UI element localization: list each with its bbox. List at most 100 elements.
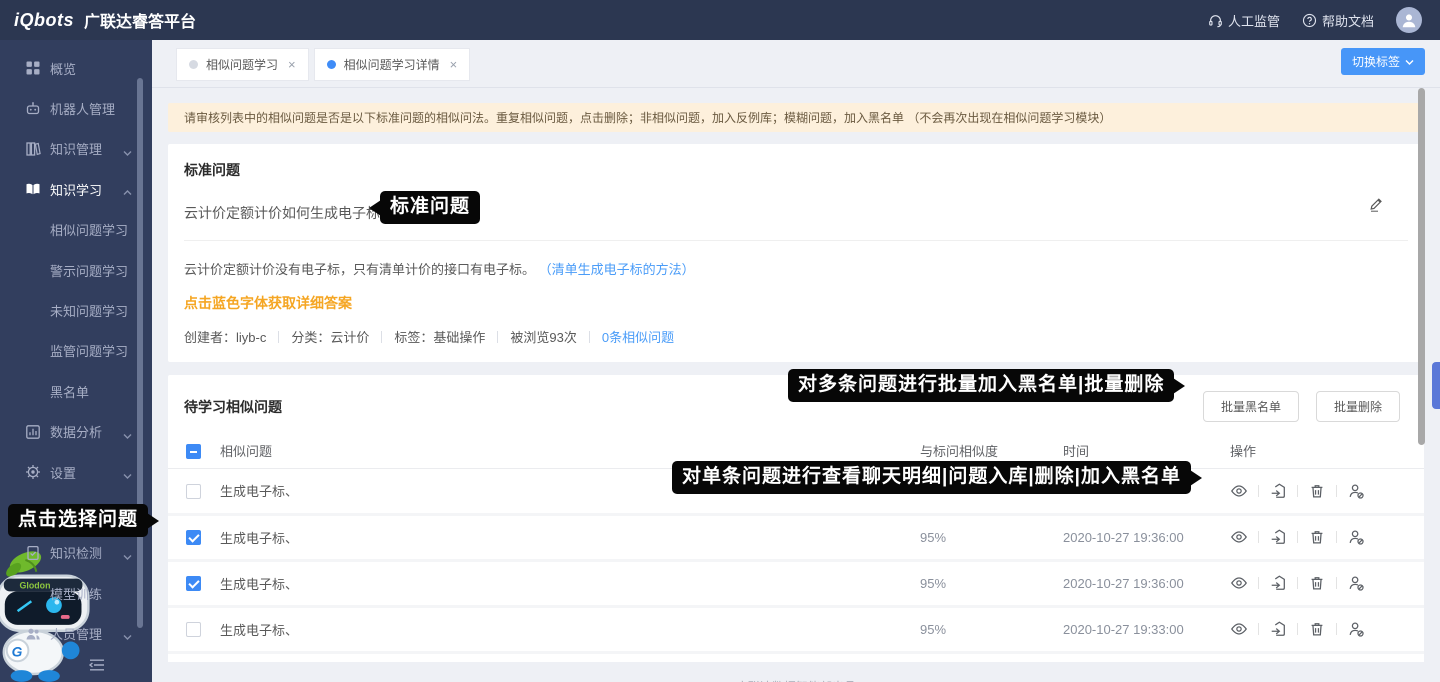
robot-icon: [25, 101, 41, 117]
meta-category: 分类：云计价: [291, 327, 369, 346]
manual-supervision-link[interactable]: 人工监管: [1208, 11, 1280, 30]
content-scrollbar-thumb[interactable]: [1418, 88, 1425, 445]
cell-question: 生成电子标、: [220, 514, 920, 560]
cell-time: 2020-10-27 19:36:00: [1063, 514, 1230, 560]
help-docs-link[interactable]: 帮助文档: [1302, 11, 1374, 30]
divider: [1336, 531, 1337, 543]
delete-icon[interactable]: [1308, 620, 1326, 638]
view-chat-icon[interactable]: [1230, 482, 1248, 500]
chevron-down-icon: [123, 145, 132, 160]
view-chat-icon[interactable]: [1230, 574, 1248, 592]
collapse-sidebar-icon[interactable]: [88, 658, 106, 677]
question-circle-icon: [1302, 13, 1317, 28]
meta-creator: 创建者：liyb-c: [184, 327, 266, 346]
divider: [1336, 623, 1337, 635]
divider: [1297, 531, 1298, 543]
cell-similarity: 95%: [920, 560, 1063, 606]
sidebar-item-settings[interactable]: 设置: [0, 452, 152, 492]
row-checkbox[interactable]: [186, 484, 201, 499]
blacklist-user-icon[interactable]: [1347, 574, 1365, 592]
divider: [1258, 623, 1259, 635]
pending-section-title: 待学习相似问题: [184, 397, 282, 417]
standard-question-card: 标准问题 云计价定额计价如何生成电子标? 云计价定额计价没有电子标，只有清单计价…: [168, 144, 1424, 362]
blacklist-user-icon[interactable]: [1347, 482, 1365, 500]
meta-tag: 标签：基础操作: [394, 327, 485, 346]
page-scrollbar-thumb[interactable]: [1432, 362, 1440, 409]
similar-count-link[interactable]: 0条相似问题: [602, 327, 674, 346]
add-to-library-icon[interactable]: [1269, 574, 1287, 592]
callout-arrow-left: [369, 200, 381, 216]
chevron-down-icon: [123, 428, 132, 443]
sidebar-item-blacklist[interactable]: 黑名单: [0, 371, 152, 411]
app-header: iQbots 广联达睿答平台 人工监管 帮助文档: [0, 0, 1440, 40]
divider: [589, 331, 590, 343]
headset-icon: [1208, 13, 1223, 28]
delete-icon[interactable]: [1308, 482, 1326, 500]
sidebar-item-similar-question-learning[interactable]: 相似问题学习: [0, 210, 152, 250]
view-chat-icon[interactable]: [1230, 620, 1248, 638]
select-all-checkbox[interactable]: [186, 444, 201, 459]
sidebar-item-data-analysis[interactable]: 数据分析: [0, 412, 152, 452]
sidebar-item-model-training[interactable]: 模型训练: [0, 573, 152, 613]
table-row-partial: [168, 654, 1424, 662]
callout-arrow-right: [1190, 470, 1202, 486]
chevron-down-icon: [1405, 55, 1414, 69]
main-area: 相似问题学习 × 相似问题学习详情 × 切换标签 请审核列表中的相似问题是否是以…: [152, 40, 1440, 682]
callout-arrow-right: [147, 513, 159, 529]
page-footer: 广联达数据智能部出品: [168, 662, 1424, 682]
answer-method-link[interactable]: （清单生成电子标的方法）: [539, 262, 695, 277]
logo-platform-name: 广联达睿答平台: [84, 8, 196, 32]
blacklist-user-icon[interactable]: [1347, 528, 1365, 546]
cell-time: 2020-10-27 19:33:00: [1063, 606, 1230, 652]
sidebar-item-knowledge-detection[interactable]: 知识检测: [0, 533, 152, 573]
close-icon[interactable]: ×: [450, 57, 458, 72]
edit-pencil-icon[interactable]: [1368, 196, 1384, 218]
sidebar-item-supervision-question-learning[interactable]: 监管问题学习: [0, 331, 152, 371]
cell-question: 生成电子标、: [220, 560, 920, 606]
close-icon[interactable]: ×: [288, 57, 296, 72]
sidebar-item-knowledge-management[interactable]: 知识管理: [0, 129, 152, 169]
annotation-row-operations: 对单条问题进行查看聊天明细|问题入库|删除|加入黑名单: [672, 461, 1191, 494]
cell-similarity: 95%: [920, 514, 1063, 560]
open-book-icon: [25, 181, 41, 197]
tab-status-dot: [327, 60, 336, 69]
switch-tag-button[interactable]: 切换标签: [1341, 48, 1425, 75]
add-to-library-icon[interactable]: [1269, 528, 1287, 546]
divider: [1258, 485, 1259, 497]
annotation-select-question: 点击选择问题: [8, 504, 148, 537]
question-meta-row: 创建者：liyb-c 分类：云计价 标签：基础操作 被浏览93次 0条相似问题: [184, 327, 1408, 346]
chevron-down-icon: [123, 549, 132, 564]
sidebar-item-knowledge-learning[interactable]: 知识学习: [0, 169, 152, 209]
pending-similar-questions-card: 待学习相似问题 批量黑名单 批量删除 相似问题 与标问相似度 时间 操作: [168, 375, 1424, 662]
gear-icon: [25, 464, 41, 480]
table-row: 生成电子标、 95% 2020-10-27 19:36:00: [168, 514, 1424, 560]
sidebar-scrollbar-thumb[interactable]: [137, 78, 143, 628]
blacklist-user-icon[interactable]: [1347, 620, 1365, 638]
divider: [1258, 531, 1259, 543]
app-logo: iQbots 广联达睿答平台: [14, 8, 196, 32]
batch-delete-button[interactable]: 批量删除: [1316, 391, 1400, 422]
sidebar-item-personnel-management[interactable]: 人员管理: [0, 613, 152, 653]
add-to-library-icon[interactable]: [1269, 620, 1287, 638]
view-chat-icon[interactable]: [1230, 528, 1248, 546]
batch-blacklist-button[interactable]: 批量黑名单: [1203, 391, 1299, 422]
row-checkbox[interactable]: [186, 530, 201, 545]
divider: [278, 331, 279, 343]
sidebar-item-robot-management[interactable]: 机器人管理: [0, 88, 152, 128]
table-row: 生成电子标、 95% 2020-10-27 19:36:00: [168, 560, 1424, 606]
sidebar-item-unknown-question-learning[interactable]: 未知问题学习: [0, 290, 152, 330]
row-checkbox[interactable]: [186, 576, 201, 591]
doc-check-icon: [25, 545, 41, 561]
tab-similar-question-learning[interactable]: 相似问题学习 ×: [176, 48, 309, 81]
delete-icon[interactable]: [1308, 528, 1326, 546]
row-checkbox[interactable]: [186, 622, 201, 637]
chevron-up-icon: [123, 185, 132, 200]
tab-similar-question-learning-detail[interactable]: 相似问题学习详情 ×: [314, 48, 471, 81]
sidebar-item-overview[interactable]: 概览: [0, 48, 152, 88]
logo-iqbots: iQbots: [14, 10, 74, 31]
add-to-library-icon[interactable]: [1269, 482, 1287, 500]
delete-icon[interactable]: [1308, 574, 1326, 592]
sidebar-item-warning-question-learning[interactable]: 警示问题学习: [0, 250, 152, 290]
sidebar: 概览 机器人管理 知识管理 知识学习 相似问题学习 警示问题学习 未知问题学习 …: [0, 40, 152, 682]
user-avatar[interactable]: [1396, 7, 1422, 33]
